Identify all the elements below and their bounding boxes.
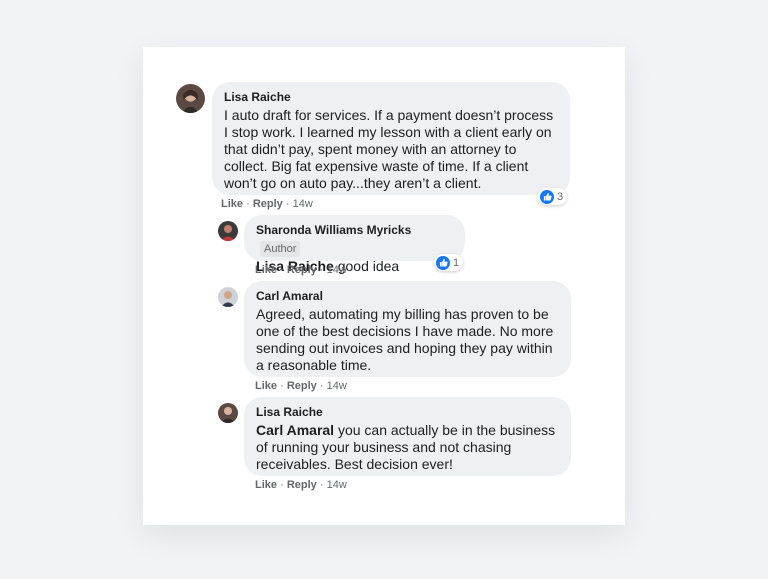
comment-thread-card: Lisa Raiche I auto draft for services. I…: [143, 47, 625, 525]
timestamp[interactable]: 14w: [293, 198, 313, 210]
reply-actions: Like · Reply · 14w: [255, 263, 347, 277]
timestamp[interactable]: 14w: [327, 264, 347, 276]
mention-link[interactable]: Carl Amaral: [256, 422, 334, 438]
reply-bubble: Sharonda Williams MyricksAuthor Lisa Rai…: [244, 215, 465, 274]
timestamp[interactable]: 14w: [327, 380, 347, 392]
reply-button[interactable]: Reply: [287, 380, 317, 392]
reply-button[interactable]: Reply: [287, 264, 317, 276]
reply-button[interactable]: Reply: [253, 198, 283, 210]
thumbs-up-icon: [436, 255, 450, 270]
comment-author-name[interactable]: Lisa Raiche: [224, 89, 291, 105]
reply-text: Carl Amaral you can actually be in the b…: [256, 422, 559, 473]
separator: ·: [319, 479, 324, 491]
comment-bubble: Lisa Raiche I auto draft for services. I…: [212, 82, 570, 195]
reply-bubble: Carl Amaral Agreed, automating my billin…: [244, 281, 571, 377]
like-button[interactable]: Like: [255, 380, 277, 392]
avatar-carl-amaral[interactable]: [218, 287, 238, 307]
reply-button[interactable]: Reply: [287, 479, 317, 491]
reply-author-name[interactable]: Lisa Raiche: [256, 404, 323, 420]
reply-actions: Like · Reply · 14w: [255, 478, 347, 492]
reaction-count-badge[interactable]: 3: [538, 188, 568, 205]
author-badge: Author: [260, 241, 301, 257]
like-button[interactable]: Like: [255, 264, 277, 276]
avatar-sharonda-williams-myricks[interactable]: [218, 221, 238, 241]
separator: ·: [280, 264, 284, 276]
avatar-lisa-raiche[interactable]: [176, 84, 205, 113]
separator: ·: [285, 198, 290, 210]
separator: ·: [280, 479, 284, 491]
avatar-lisa-raiche[interactable]: [218, 403, 238, 423]
separator: ·: [280, 380, 284, 392]
reaction-count: 3: [557, 190, 564, 203]
thumbs-up-icon: [540, 189, 554, 204]
separator: ·: [319, 380, 324, 392]
timestamp[interactable]: 14w: [327, 479, 347, 491]
reply-actions: Like · Reply · 14w: [255, 379, 347, 393]
reaction-count: 1: [453, 256, 460, 269]
reply-author-name[interactable]: Carl Amaral: [256, 288, 323, 304]
like-button[interactable]: Like: [221, 198, 243, 210]
separator: ·: [246, 198, 250, 210]
reply-text: Agreed, automating my billing has proven…: [256, 306, 554, 373]
reply-author-name[interactable]: Sharonda Williams Myricks: [256, 222, 411, 238]
reply-bubble: Lisa Raiche Carl Amaral you can actually…: [244, 397, 571, 476]
like-button[interactable]: Like: [255, 479, 277, 491]
separator: ·: [319, 264, 324, 276]
reaction-count-badge[interactable]: 1: [434, 254, 464, 271]
comment-actions: Like · Reply · 14w: [221, 197, 313, 211]
comment-text: I auto draft for services. If a payment …: [224, 107, 554, 191]
